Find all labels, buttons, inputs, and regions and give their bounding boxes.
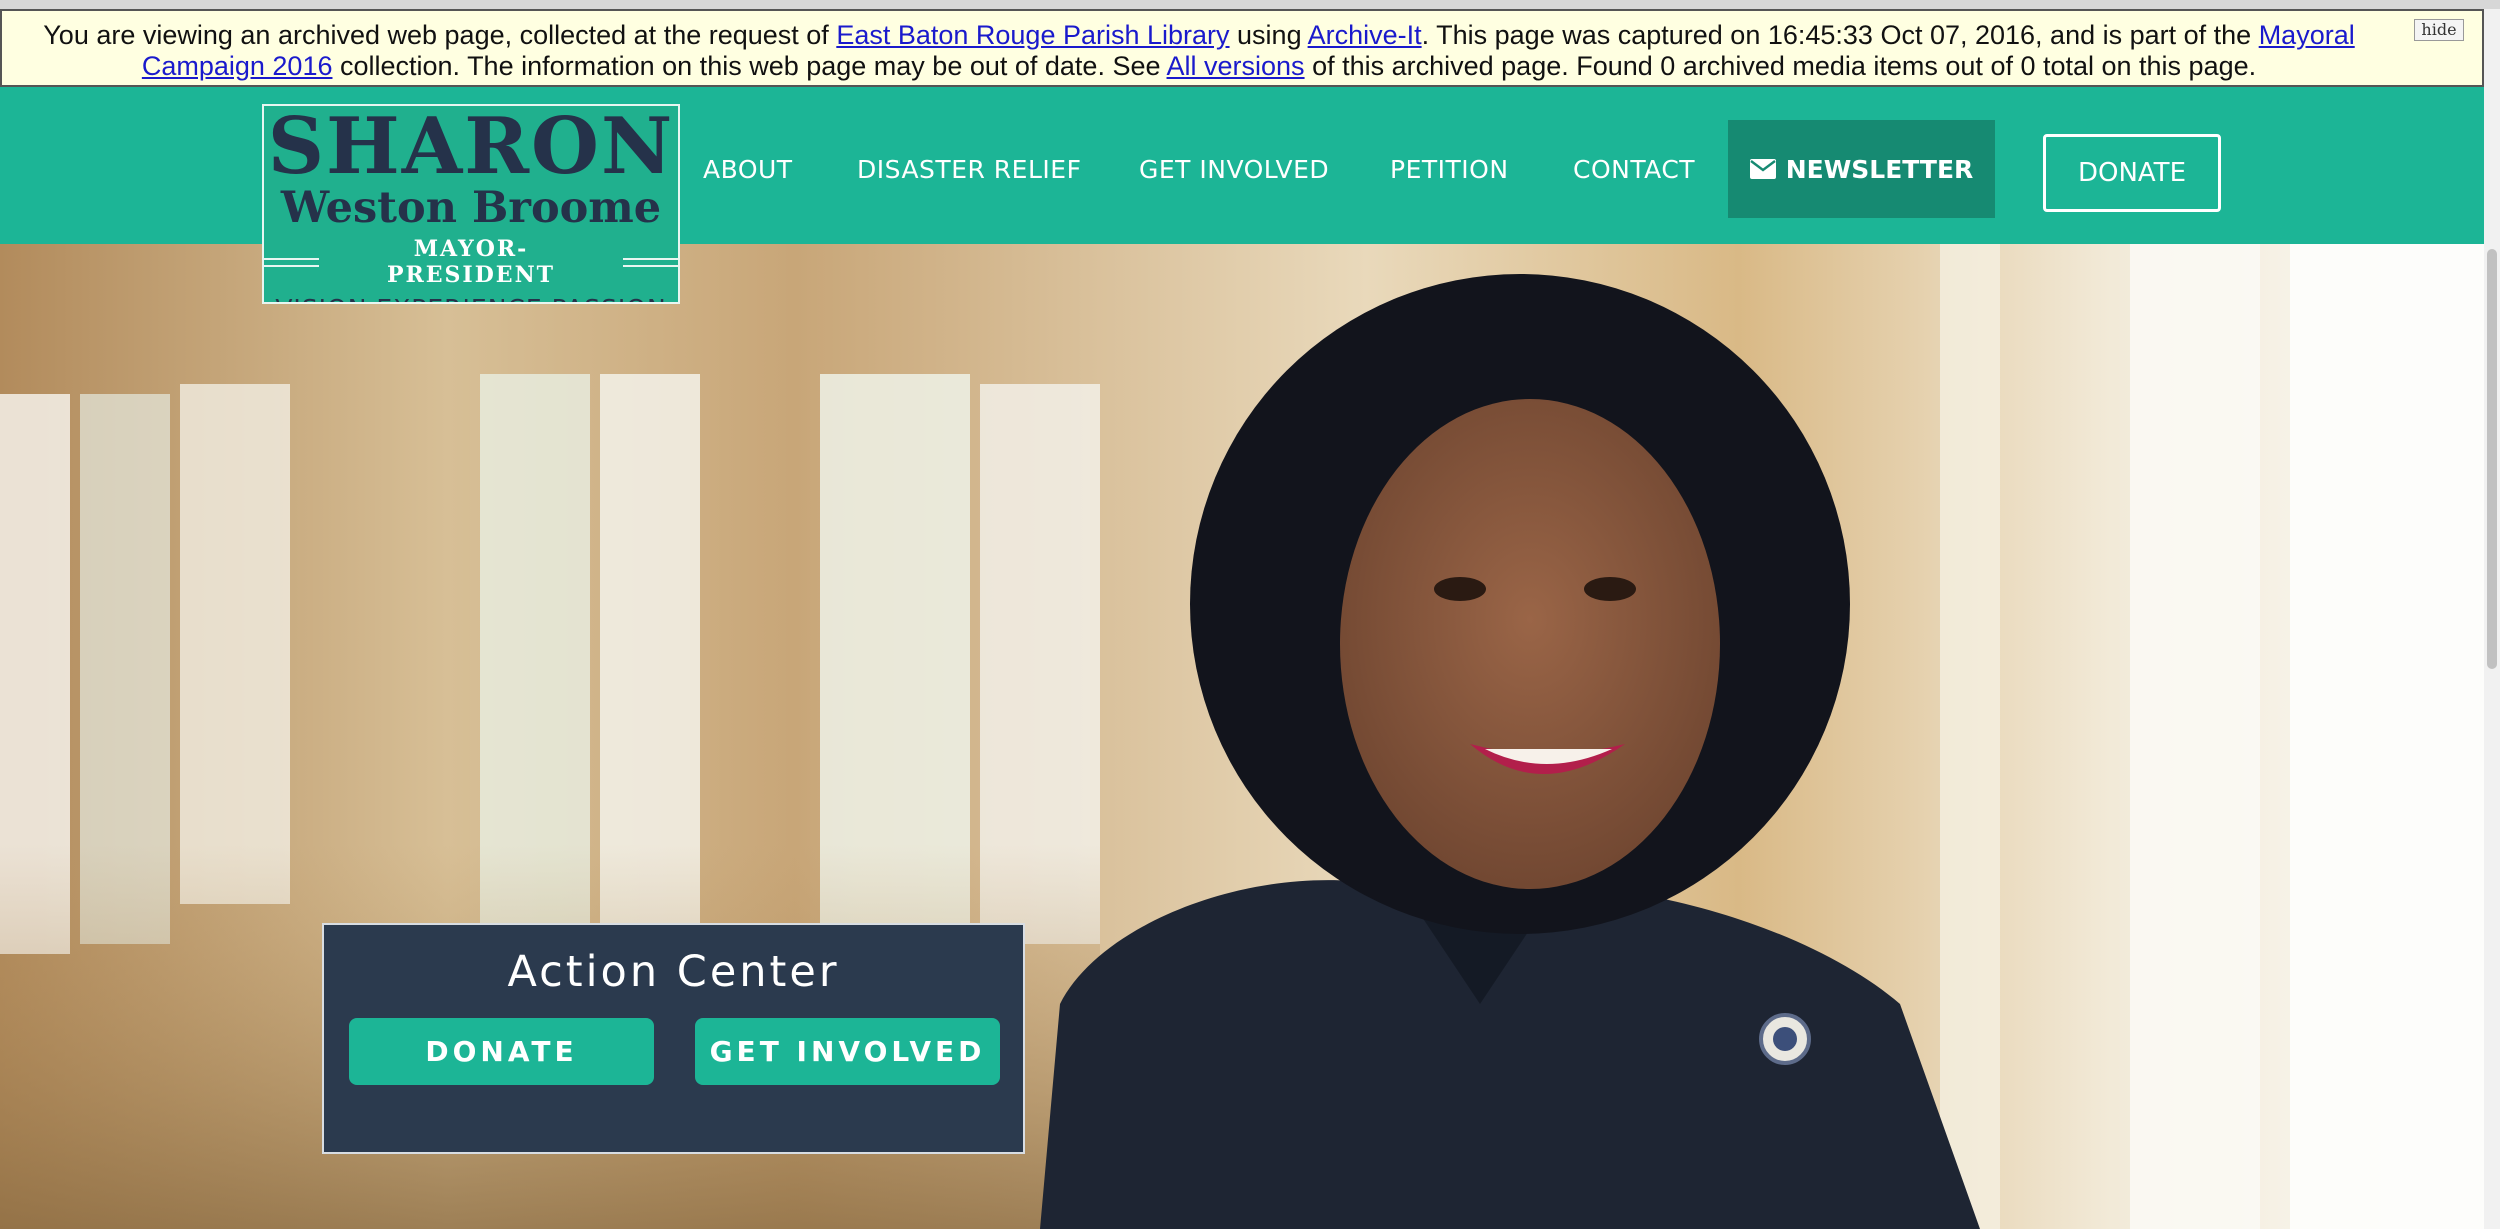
all-versions-link[interactable]: All versions — [1167, 51, 1305, 81]
action-get-involved-button[interactable]: GET INVOLVED — [695, 1018, 1000, 1085]
nav-petition[interactable]: PETITION — [1390, 87, 1509, 244]
logo-last-name: Weston Broome — [280, 183, 662, 233]
nav-get-involved[interactable]: GET INVOLVED — [1139, 87, 1329, 244]
page-scrollbar[interactable] — [2484, 9, 2500, 1229]
nav-disaster-relief[interactable]: DISASTER RELIEF — [857, 87, 1081, 244]
banner-text: . This page was captured on 16:45:33 Oct… — [1421, 20, 2259, 50]
nav-about[interactable]: ABOUT — [703, 87, 793, 244]
logo-role-row: MAYOR-PRESIDENT — [264, 236, 678, 288]
nav-newsletter-button[interactable]: NEWSLETTER — [1728, 120, 1995, 218]
banner-text: using — [1229, 20, 1308, 50]
archive-it-link[interactable]: Archive-It — [1308, 20, 1422, 50]
logo-first-name: SHARON — [267, 104, 675, 192]
banner-text: You are viewing an archived web page, co… — [43, 20, 837, 50]
browser-top-strip — [0, 0, 2500, 9]
logo-tagline: VISION EXPERIENCE PASSION — [264, 294, 678, 302]
nav-donate-button[interactable]: DONATE — [2043, 134, 2221, 212]
nav-contact[interactable]: CONTACT — [1573, 87, 1695, 244]
action-donate-button[interactable]: DONATE — [349, 1018, 654, 1085]
action-center-panel: Action Center DONATE GET INVOLVED — [322, 923, 1025, 1154]
archive-banner: You are viewing an archived web page, co… — [0, 9, 2484, 87]
action-center-title: Action Center — [507, 947, 840, 997]
envelope-icon — [1749, 159, 1776, 179]
banner-text: collection. The information on this web … — [332, 51, 1167, 81]
library-link[interactable]: East Baton Rouge Parish Library — [836, 20, 1229, 50]
logo-rule-right — [623, 257, 678, 267]
scrollbar-thumb[interactable] — [2487, 249, 2497, 669]
banner-text: of this archived page. Found 0 archived … — [1304, 51, 2257, 81]
logo-rule-left — [264, 257, 319, 267]
campaign-logo[interactable]: SHARON Weston Broome MAYOR-PRESIDENT VIS… — [262, 104, 680, 304]
logo-role: MAYOR-PRESIDENT — [386, 236, 556, 288]
hide-banner-button[interactable]: hide — [2414, 19, 2464, 41]
newsletter-label: NEWSLETTER — [1785, 154, 1974, 184]
